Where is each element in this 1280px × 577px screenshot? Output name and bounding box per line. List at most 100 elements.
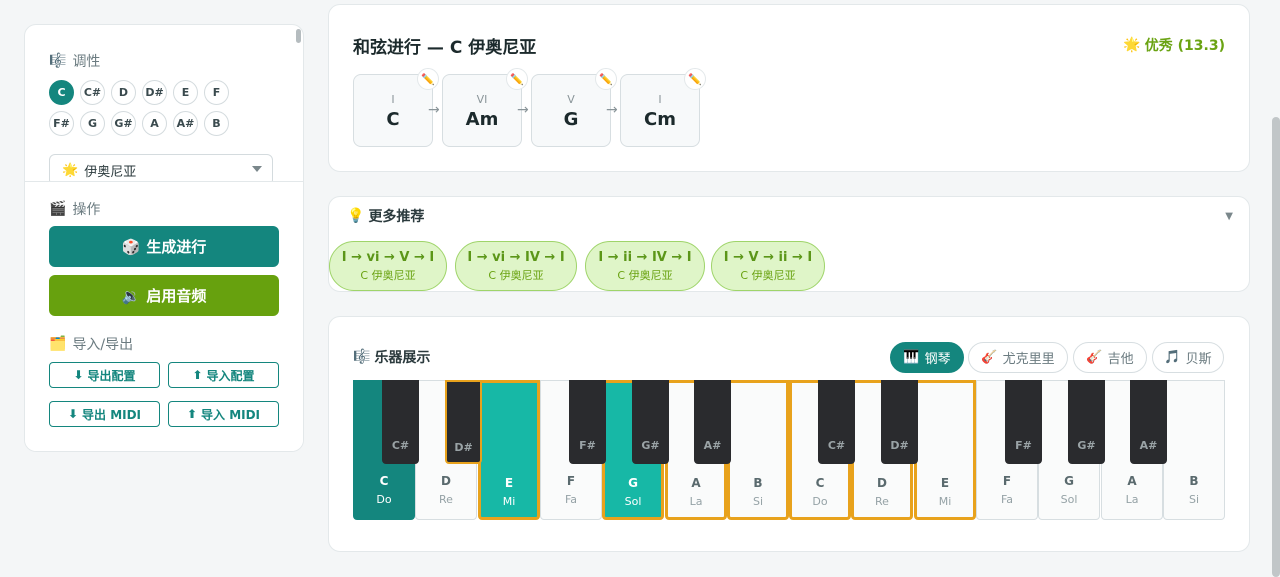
tab-instrument[interactable]: 🎵 贝斯 [1152, 342, 1224, 373]
key-solfege-label: La [689, 495, 703, 508]
import-config-button[interactable]: ⬆ 导入配置 [168, 362, 279, 388]
key-button[interactable]: A [142, 111, 167, 136]
piano-black-key[interactable]: D# [445, 380, 482, 464]
pencil-icon[interactable]: ✏️ [506, 68, 528, 90]
chord-card[interactable]: I Cm ✏️ [620, 68, 706, 147]
mode-select-value: 伊奥尼亚 [84, 164, 137, 180]
progression-title: 和弦进行 — C 伊奥尼亚 [353, 38, 537, 58]
recommendation-key: C 伊奥尼亚 [740, 269, 796, 282]
key-button[interactable]: B [204, 111, 229, 136]
piano-white-key[interactable]: E Mi [914, 380, 976, 520]
piano-white-key[interactable]: E Mi [478, 380, 540, 520]
collapse-toggle-icon[interactable]: ▼ [1225, 211, 1233, 222]
generate-button[interactable]: 🎲 生成进行 [49, 226, 279, 267]
recommendation-pill[interactable]: I → ii → IV → I C 伊奥尼亚 [585, 241, 705, 291]
rating-badge: 🌟 优秀 (13.3) [1123, 37, 1225, 54]
key-button[interactable]: C# [80, 80, 105, 105]
key-row-2: F# G G# A A# B [49, 111, 229, 136]
key-note-label: D [877, 476, 887, 490]
key-button[interactable]: G [80, 111, 105, 136]
key-button[interactable]: F [204, 80, 229, 105]
chord-card[interactable]: VI Am ✏️ [442, 68, 528, 147]
tab-instrument[interactable]: 🎸 尤克里里 [968, 342, 1068, 373]
key-note-label: A# [703, 439, 722, 452]
chord-card[interactable]: I C ✏️ [353, 68, 439, 147]
key-button[interactable]: C [49, 80, 74, 105]
piano-white-key[interactable]: B Si [1163, 380, 1225, 520]
recommendation-sequence: I → V → ii → I [723, 250, 813, 265]
page-scrollbar[interactable] [1272, 117, 1280, 577]
chord-card[interactable]: V G ✏️ [531, 68, 617, 147]
key-note-label: D [441, 474, 451, 488]
recommendations-header[interactable]: 💡 更多推荐 [347, 206, 424, 226]
pencil-icon[interactable]: ✏️ [595, 68, 617, 90]
key-note-label: E [940, 476, 950, 490]
piano-black-key[interactable]: A# [1130, 380, 1167, 464]
piano-black-key[interactable]: G# [1068, 380, 1105, 464]
export-config-button[interactable]: ⬇ 导出配置 [49, 362, 160, 388]
key-button[interactable]: D [111, 80, 136, 105]
recommendations-card: 💡 更多推荐 ▼ I → vi → V → IC 伊奥尼亚 I → vi → IV… [328, 196, 1250, 292]
tab-label: 贝斯 [1185, 352, 1212, 367]
key-note-label: C# [827, 439, 846, 452]
key-solfege-label: Mi [938, 495, 952, 508]
key-note-label: A [1127, 474, 1137, 488]
star-icon: 🌟 [62, 162, 79, 178]
instrument-icon: 🎵 [1164, 350, 1181, 365]
piano-keyboard: C Do D Re E Mi F Fa G Sol A La B Si C Do D Re E Mi F Fa G Sol A L… [353, 380, 1225, 521]
music-score-icon: 🎼 [49, 53, 67, 69]
key-note-label: F# [1015, 439, 1032, 452]
chord-roman: I [658, 93, 662, 106]
recommendation-pill[interactable]: I → vi → V → I C 伊奥尼亚 [329, 241, 447, 291]
key-button[interactable]: A# [173, 111, 198, 136]
key-note-label: B [1189, 474, 1199, 488]
key-button[interactable]: G# [111, 111, 136, 136]
instrument-icon: 🎸 [981, 350, 998, 365]
key-button[interactable]: F# [49, 111, 74, 136]
pencil-icon[interactable]: ✏️ [417, 68, 439, 90]
piano-black-key[interactable]: C# [382, 380, 419, 464]
instrument-card: 🎼 乐器展示 🎹 钢琴 🎸 尤克里里 🎸 吉他 🎵 贝斯 C Do D Re E Mi F Fa G Sol A L… [328, 316, 1250, 552]
piano-black-key[interactable]: G# [632, 380, 669, 464]
instrument-icon: 🎸 [1086, 350, 1103, 365]
chord-name: C [386, 109, 400, 130]
key-note-label: A [691, 476, 701, 490]
export-midi-button[interactable]: ⬇ 导出 MIDI [49, 401, 160, 427]
recommendation-sequence: I → vi → IV → I [467, 250, 565, 265]
key-solfege-label: Do [376, 493, 392, 506]
piano-black-key[interactable]: A# [694, 380, 731, 464]
chord-roman: I [391, 93, 395, 106]
key-button[interactable]: E [173, 80, 198, 105]
key-button[interactable]: D# [142, 80, 167, 105]
piano-black-key[interactable]: F# [569, 380, 606, 464]
arrow-right-icon: → [428, 102, 440, 118]
recommendation-key: C 伊奥尼亚 [617, 269, 673, 282]
key-solfege-label: Re [875, 495, 889, 508]
piano-black-key[interactable]: F# [1005, 380, 1042, 464]
piano-black-key[interactable]: D# [881, 380, 918, 464]
pencil-icon[interactable]: ✏️ [684, 68, 706, 90]
key-note-label: F [566, 474, 576, 488]
recommendation-key: C 伊奥尼亚 [488, 269, 544, 282]
sidebar: 🎼 调性 C C# D D# E F F# G G# A A# B 🌟 伊奥尼亚 🎬 操作 🎲 生成… [24, 24, 304, 452]
sidebar-scrollbar[interactable] [296, 29, 301, 43]
key-note-label: D# [454, 441, 473, 454]
recommendation-pill[interactable]: I → V → ii → I C 伊奥尼亚 [711, 241, 825, 291]
tab-instrument[interactable]: 🎹 钢琴 [890, 342, 964, 373]
import-midi-button[interactable]: ⬆ 导入 MIDI [168, 401, 279, 427]
key-note-label: G [628, 476, 638, 490]
enable-audio-button[interactable]: 🔉 启用音频 [49, 275, 279, 316]
key-note-label: F [1002, 474, 1012, 488]
recommendation-pill[interactable]: I → vi → IV → I C 伊奥尼亚 [455, 241, 577, 291]
instrument-title: 🎼 乐器展示 [353, 349, 431, 366]
recommendation-sequence: I → ii → IV → I [598, 250, 692, 265]
chord-roman: V [567, 93, 575, 106]
key-solfege-label: La [1125, 493, 1139, 506]
piano-white-key[interactable]: B Si [727, 380, 789, 520]
tab-instrument[interactable]: 🎸 吉他 [1073, 342, 1147, 373]
folder-icon: 🗂️ [49, 336, 67, 352]
piano-black-key[interactable]: C# [818, 380, 855, 464]
speaker-icon: 🔉 [121, 286, 141, 305]
arrow-down-icon: ⬇ [73, 368, 84, 382]
recommendation-sequence: I → vi → V → I [341, 250, 435, 265]
